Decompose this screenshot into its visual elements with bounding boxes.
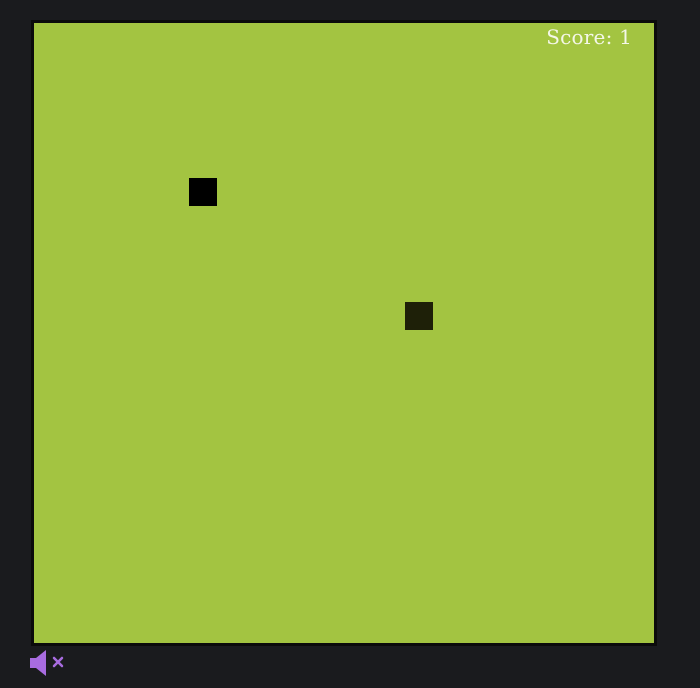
game-screen: Score: 1 [0, 0, 700, 688]
snake-head [189, 178, 217, 206]
game-board[interactable]: Score: 1 [31, 20, 657, 646]
food-pellet [405, 302, 433, 330]
speaker-muted-icon [30, 650, 64, 676]
mute-button[interactable] [28, 648, 68, 678]
score-display: Score: 1 [546, 25, 632, 49]
